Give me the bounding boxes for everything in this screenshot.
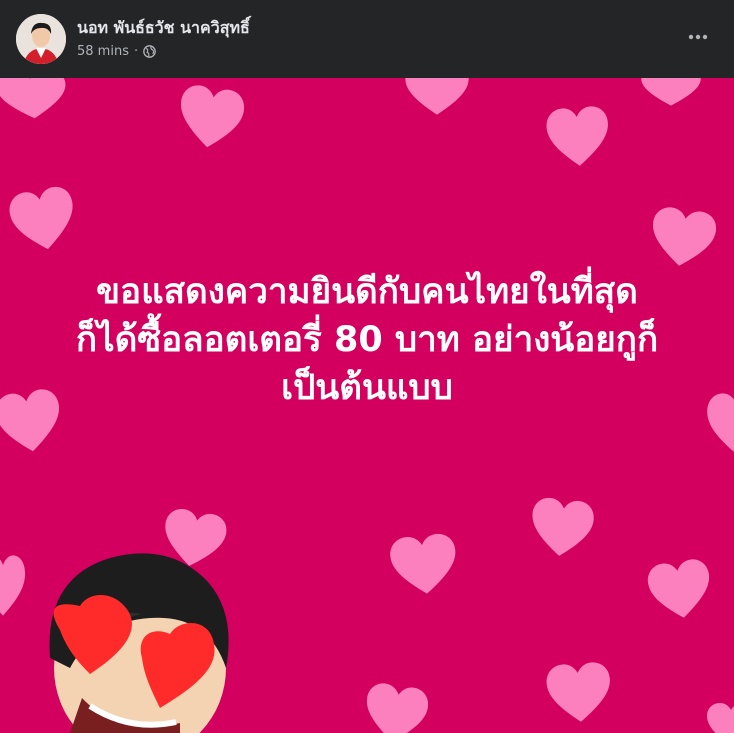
author-avatar[interactable] — [16, 14, 66, 64]
post-background: ขอแสดงความยินดีกับคนไทยในที่สุด ก็ได้ซื้… — [0, 78, 734, 733]
post-timestamp[interactable]: 58 mins — [77, 44, 129, 59]
message-line: ก็ได้ซื้อลอตเตอรี่ 80 บาท อย่างน้อยกูก็ — [75, 320, 659, 360]
meta-separator: · — [133, 44, 139, 59]
post-meta: 58 mins · — [77, 44, 156, 59]
message-line: เป็นต้นแบบ — [281, 368, 453, 408]
globe-icon — [143, 45, 156, 58]
more-options-icon[interactable] — [686, 26, 710, 48]
message-line: ขอแสดงความยินดีกับคนไทยในที่สุด — [96, 272, 638, 312]
post-message: ขอแสดงความยินดีกับคนไทยในที่สุด ก็ได้ซื้… — [0, 268, 734, 412]
heart-eyes-memoji — [49, 553, 229, 733]
post-header: นอท พันธ์ธวัช นาควิสุทธิ์ 58 mins · — [0, 0, 734, 78]
author-name[interactable]: นอท พันธ์ธวัช นาควิสุทธิ์ — [77, 16, 250, 41]
